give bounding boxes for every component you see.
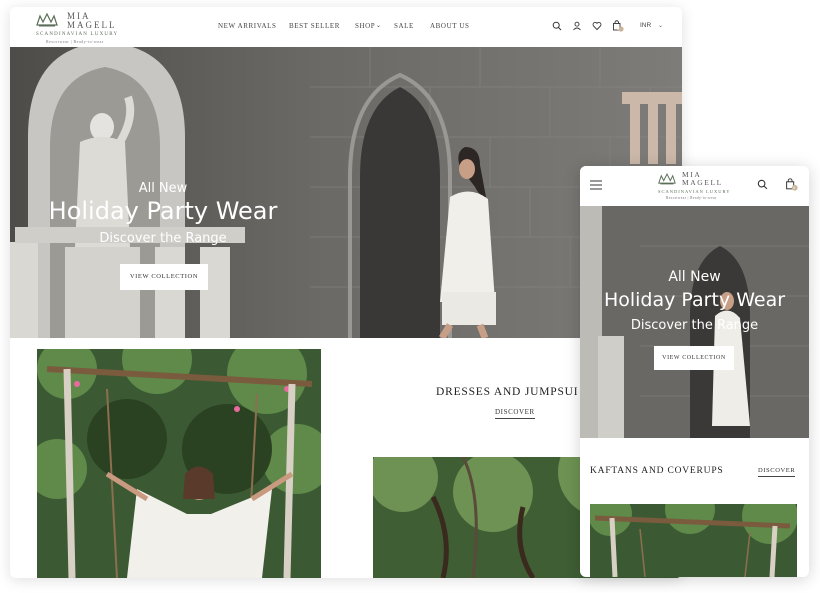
cart-count-badge: 0 <box>617 26 620 31</box>
mobile-swing-photo <box>590 504 797 577</box>
view-collection-button[interactable]: VIEW COLLECTION <box>120 264 208 290</box>
leaf-crown-logo-icon <box>36 13 58 27</box>
discover-link[interactable]: DISCOVER <box>495 408 535 419</box>
cart-bag-icon[interactable] <box>785 178 798 191</box>
nav-about-us[interactable]: ABOUT US <box>430 22 469 30</box>
hero-subtitle: Discover the Range <box>99 231 227 246</box>
category-photo-swing[interactable] <box>37 349 321 578</box>
nav-new-arrivals[interactable]: NEW ARRIVALS <box>218 22 276 30</box>
mobile-hero-title: Holiday Party Wear <box>603 289 786 311</box>
hamburger-menu-icon[interactable] <box>590 179 602 191</box>
hero-title: Holiday Party Wear <box>48 197 278 225</box>
chevron-down-icon[interactable]: ⌄ <box>658 22 663 29</box>
mobile-hero-subtitle: Discover the Range <box>630 318 759 333</box>
swing-photo <box>37 349 321 578</box>
brand-subline: Resortwear | Ready-to-wear <box>666 196 717 200</box>
cart-count-badge: 0 <box>793 185 796 190</box>
wishlist-heart-icon[interactable] <box>592 21 602 31</box>
section-title-kaftans: KAFTANS AND COVERUPS <box>590 466 724 476</box>
section-title-dresses: DRESSES AND JUMPSUI <box>436 386 579 398</box>
account-icon[interactable] <box>572 21 582 31</box>
brand-tagline: SCANDINAVIAN LUXURY <box>36 32 119 37</box>
nav-best-seller[interactable]: BEST SELLER <box>289 22 340 30</box>
hero-kicker: All New <box>138 181 188 196</box>
mobile-category-photo[interactable] <box>590 504 797 577</box>
mobile-view-collection-button[interactable]: VIEW COLLECTION <box>654 346 734 370</box>
mobile-hero-kicker: All New <box>668 269 721 285</box>
chevron-down-icon[interactable]: ⌄ <box>376 22 382 29</box>
desktop-header: MIA MAGELL SCANDINAVIAN LUXURY Resortwea… <box>10 7 682 48</box>
brand-name-line2: MAGELL <box>67 20 117 30</box>
currency-selector[interactable]: INR <box>640 22 651 29</box>
brand-logo[interactable]: MIA MAGELL SCANDINAVIAN LUXURY Resortwea… <box>658 170 731 204</box>
discover-link[interactable]: DISCOVER <box>758 467 796 477</box>
search-icon[interactable] <box>757 179 768 190</box>
leaf-crown-logo-icon <box>658 173 676 185</box>
brand-subline: Resortwear | Ready-to-wear <box>46 39 104 44</box>
brand-name-line2: MAGELL <box>682 178 723 187</box>
mobile-mockup: MIA MAGELL SCANDINAVIAN LUXURY Resortwea… <box>580 166 809 577</box>
mobile-header: MIA MAGELL SCANDINAVIAN LUXURY Resortwea… <box>580 166 809 207</box>
brand-tagline: SCANDINAVIAN LUXURY <box>658 189 731 194</box>
brand-logo[interactable]: MIA MAGELL SCANDINAVIAN LUXURY Resortwea… <box>36 11 126 45</box>
nav-shop[interactable]: SHOP <box>355 22 375 30</box>
search-icon[interactable] <box>552 21 562 31</box>
nav-sale[interactable]: SALE <box>394 22 414 30</box>
mobile-hero-banner: All New Holiday Party Wear Discover the … <box>580 206 809 438</box>
